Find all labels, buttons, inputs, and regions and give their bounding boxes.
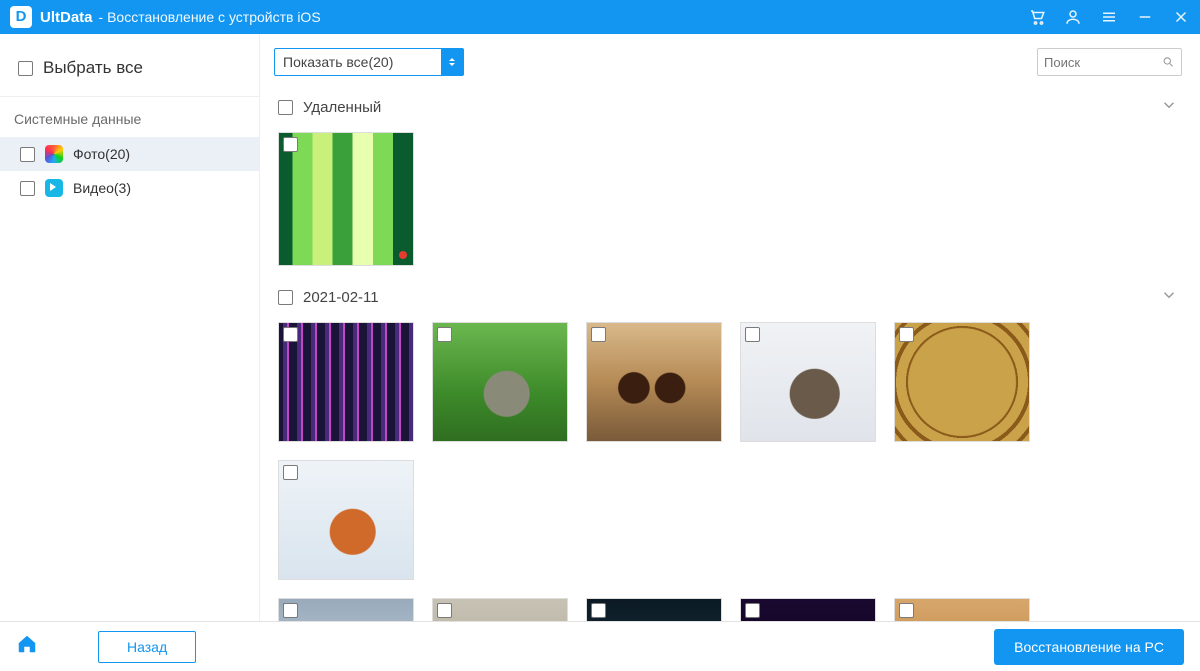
photo-thumbnail[interactable] bbox=[740, 598, 876, 621]
sidebar-item-label: Видео(3) bbox=[73, 180, 131, 196]
select-all-label: Выбрать все bbox=[43, 58, 143, 78]
footer: Назад Восстановление на PC bbox=[0, 621, 1200, 671]
search-icon bbox=[1162, 55, 1175, 69]
group-title: 2021-02-11 bbox=[303, 289, 379, 306]
photo-icon bbox=[45, 145, 63, 163]
select-all-row[interactable]: Выбрать все bbox=[0, 48, 259, 97]
sidebar-section-label: Системные данные bbox=[0, 97, 259, 137]
video-icon bbox=[45, 179, 63, 197]
photo-placeholder bbox=[433, 323, 567, 441]
sidebar: Выбрать все Системные данные Фото(20) Ви… bbox=[0, 34, 260, 621]
select-all-checkbox[interactable] bbox=[18, 61, 33, 76]
titlebar: D UltData - Восстановление с устройств i… bbox=[0, 0, 1200, 34]
photo-thumbnail[interactable] bbox=[894, 598, 1030, 621]
photo-thumbnail[interactable] bbox=[278, 322, 414, 442]
app-logo-icon: D bbox=[10, 6, 32, 28]
photo-placeholder bbox=[279, 133, 413, 265]
content-toolbar: Показать все(20) bbox=[274, 48, 1182, 76]
photo-thumbnail[interactable] bbox=[278, 132, 414, 266]
search-input[interactable] bbox=[1044, 55, 1162, 70]
content-area: Показать все(20) Удаленный 2021-02-11 bbox=[260, 34, 1200, 621]
photo-placeholder bbox=[895, 323, 1029, 441]
photo-placeholder bbox=[279, 599, 413, 621]
thumbnail-checkbox[interactable] bbox=[437, 327, 452, 342]
thumbnail-checkbox[interactable] bbox=[899, 327, 914, 342]
photo-placeholder bbox=[741, 599, 875, 621]
filter-select[interactable]: Показать все(20) bbox=[274, 48, 464, 76]
user-icon[interactable] bbox=[1064, 8, 1082, 26]
filter-select-label: Показать все(20) bbox=[283, 54, 393, 70]
thumbnail-checkbox[interactable] bbox=[745, 327, 760, 342]
photo-placeholder bbox=[279, 323, 413, 441]
chevron-down-icon[interactable] bbox=[1160, 96, 1178, 118]
recover-button[interactable]: Восстановление на PC bbox=[994, 629, 1184, 665]
photo-placeholder bbox=[587, 323, 721, 441]
app-subtitle: - Восстановление с устройств iOS bbox=[99, 9, 321, 25]
photo-thumbnail[interactable] bbox=[278, 598, 414, 621]
group-header-deleted[interactable]: Удаленный bbox=[278, 96, 1178, 118]
thumbnail-checkbox[interactable] bbox=[745, 603, 760, 618]
group-title: Удаленный bbox=[303, 99, 381, 116]
photo-thumbnail[interactable] bbox=[432, 322, 568, 442]
search-input-wrap[interactable] bbox=[1037, 48, 1182, 76]
photo-placeholder bbox=[741, 323, 875, 441]
photo-thumbnail[interactable] bbox=[586, 322, 722, 442]
photo-placeholder bbox=[433, 599, 567, 621]
thumbnail-checkbox[interactable] bbox=[283, 137, 298, 152]
sidebar-item-photo[interactable]: Фото(20) bbox=[0, 137, 259, 171]
chevron-down-icon[interactable] bbox=[1160, 286, 1178, 308]
group-checkbox[interactable] bbox=[278, 290, 293, 305]
photo-thumbnail[interactable] bbox=[894, 322, 1030, 442]
photo-thumbnail[interactable] bbox=[740, 322, 876, 442]
cart-icon[interactable] bbox=[1028, 8, 1046, 26]
menu-icon[interactable] bbox=[1100, 8, 1118, 26]
category-checkbox[interactable] bbox=[20, 181, 35, 196]
thumbnail-checkbox[interactable] bbox=[591, 327, 606, 342]
thumbnail-checkbox[interactable] bbox=[899, 603, 914, 618]
home-icon[interactable] bbox=[16, 633, 38, 660]
group-header-date[interactable]: 2021-02-11 bbox=[278, 286, 1178, 308]
sidebar-item-label: Фото(20) bbox=[73, 146, 130, 162]
thumbnail-checkbox[interactable] bbox=[437, 603, 452, 618]
app-name: UltData bbox=[40, 9, 93, 26]
thumbnail-checkbox[interactable] bbox=[283, 603, 298, 618]
photo-thumbnail[interactable] bbox=[278, 460, 414, 580]
photo-thumbnail[interactable] bbox=[432, 598, 568, 621]
back-button[interactable]: Назад bbox=[98, 631, 196, 663]
thumbnail-checkbox[interactable] bbox=[283, 327, 298, 342]
photo-placeholder bbox=[279, 461, 413, 579]
category-checkbox[interactable] bbox=[20, 147, 35, 162]
close-icon[interactable] bbox=[1172, 8, 1190, 26]
chevron-updown-icon bbox=[441, 49, 463, 75]
thumbnail-checkbox[interactable] bbox=[283, 465, 298, 480]
photo-thumbnail[interactable] bbox=[586, 598, 722, 621]
minimize-icon[interactable] bbox=[1136, 8, 1154, 26]
sidebar-item-video[interactable]: Видео(3) bbox=[0, 171, 259, 205]
photo-placeholder bbox=[587, 599, 721, 621]
thumbnail-checkbox[interactable] bbox=[591, 603, 606, 618]
photo-placeholder bbox=[895, 599, 1029, 621]
group-checkbox[interactable] bbox=[278, 100, 293, 115]
